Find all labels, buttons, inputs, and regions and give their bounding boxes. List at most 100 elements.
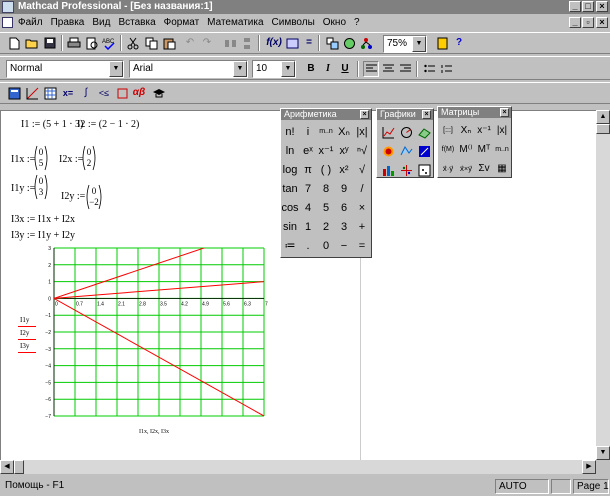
greek-palette-icon[interactable]: αβ	[131, 85, 147, 101]
doc-minimize-button[interactable]: _	[569, 17, 581, 28]
arithmetic-button[interactable]: 8	[317, 179, 335, 198]
italic-button[interactable]: I	[320, 61, 336, 77]
programming-palette-icon[interactable]	[114, 85, 130, 101]
surface-plot-icon[interactable]	[415, 123, 433, 142]
arithmetic-button[interactable]: 9	[335, 179, 353, 198]
close-icon[interactable]: ×	[360, 110, 369, 119]
arithmetic-button[interactable]: eˣ	[299, 141, 317, 160]
print-preview-icon[interactable]	[84, 35, 100, 51]
matrix-palette-icon[interactable]	[42, 85, 58, 101]
matrix-button[interactable]: |x|	[493, 121, 511, 140]
open-folder-icon[interactable]	[24, 35, 40, 51]
arithmetic-palette-title[interactable]: Арифметика ×	[281, 109, 371, 120]
arithmetic-button[interactable]: ln	[281, 141, 299, 160]
bold-button[interactable]: B	[303, 61, 319, 77]
arithmetic-button[interactable]: |x|	[353, 122, 371, 141]
undo-icon[interactable]: ↶	[182, 35, 198, 51]
new-file-icon[interactable]	[6, 35, 22, 51]
doc-close-button[interactable]: ×	[596, 17, 608, 28]
arithmetic-button[interactable]: 7	[299, 179, 317, 198]
style-select[interactable]: Normal ▼	[6, 60, 124, 78]
insert-unit-icon[interactable]	[284, 35, 300, 51]
align-across-icon[interactable]	[222, 35, 238, 51]
chevron-down-icon[interactable]: ▼	[233, 61, 247, 77]
arithmetic-button[interactable]: tan	[281, 179, 299, 198]
calculus-palette-icon[interactable]: ∫	[78, 85, 94, 101]
component-wizard-icon[interactable]	[358, 35, 374, 51]
print-icon[interactable]	[66, 35, 82, 51]
graph-palette-icon[interactable]	[24, 85, 40, 101]
calculator-help-icon[interactable]	[434, 35, 450, 51]
font-size-select[interactable]: 10 ▼	[252, 60, 296, 78]
mathcad-app-icon[interactable]	[2, 1, 14, 13]
chevron-down-icon[interactable]: ▼	[412, 36, 426, 52]
boolean-palette-icon[interactable]: <≤	[96, 85, 112, 101]
numbered-list-icon[interactable]	[438, 61, 454, 77]
matrix-button[interactable]: M⁽⁾	[457, 140, 475, 159]
arithmetic-button[interactable]: log	[281, 160, 299, 179]
menu-item[interactable]: Символы	[272, 17, 315, 28]
scroll-down-icon[interactable]: ▼	[596, 446, 610, 460]
arithmetic-button[interactable]: ≔	[281, 236, 299, 255]
vector-field-icon[interactable]	[415, 142, 433, 161]
close-button[interactable]: ×	[596, 1, 608, 12]
menu-item[interactable]: Вид	[92, 17, 110, 28]
matrix-button[interactable]: Xₙ	[457, 121, 475, 140]
arithmetic-button[interactable]: m..n	[317, 122, 335, 141]
maximize-button[interactable]: □	[582, 1, 594, 12]
arithmetic-button[interactable]: 2	[317, 217, 335, 236]
align-left-icon[interactable]	[363, 61, 379, 77]
resource-center-icon[interactable]	[341, 35, 357, 51]
arithmetic-button[interactable]: √	[353, 160, 371, 179]
arithmetic-button[interactable]: π	[299, 160, 317, 179]
insert-function-icon[interactable]: f(x)	[266, 35, 282, 51]
arithmetic-button[interactable]: xʸ	[335, 141, 353, 160]
align-right-icon[interactable]	[397, 61, 413, 77]
arithmetic-button[interactable]: 0	[317, 236, 335, 255]
spell-check-icon[interactable]: ABC	[101, 35, 117, 51]
bullet-list-icon[interactable]	[421, 61, 437, 77]
matrix-button[interactable]: ▦	[493, 159, 511, 178]
arithmetic-button[interactable]: ( )	[317, 160, 335, 179]
scatter-3d-icon[interactable]	[397, 161, 415, 180]
evaluation-palette-icon[interactable]: x=	[60, 85, 76, 101]
arithmetic-button[interactable]: 3	[335, 217, 353, 236]
arithmetic-button[interactable]: 4	[299, 198, 317, 217]
scroll-right-icon[interactable]: ▶	[582, 460, 596, 474]
close-icon[interactable]: ×	[500, 108, 509, 117]
font-select[interactable]: Arial ▼	[129, 60, 248, 78]
menu-item[interactable]: Формат	[164, 17, 200, 28]
copy-icon[interactable]	[143, 35, 159, 51]
arithmetic-button[interactable]: 1	[299, 217, 317, 236]
graphs-palette-title[interactable]: Графики ×	[377, 109, 433, 120]
matrix-button[interactable]: x⁻¹	[475, 121, 493, 140]
arithmetic-button[interactable]: ×	[353, 198, 371, 217]
arithmetic-button[interactable]: sin	[281, 217, 299, 236]
insert-component-icon[interactable]	[324, 35, 340, 51]
matrix-button[interactable]: [:::]	[439, 121, 457, 140]
matrix-button[interactable]: m..n	[493, 140, 511, 159]
arithmetic-button[interactable]: 5	[317, 198, 335, 217]
matrix-button[interactable]: Mᵀ	[475, 140, 493, 159]
polar-plot-icon[interactable]	[397, 123, 415, 142]
arithmetic-button[interactable]: −	[335, 236, 353, 255]
menu-item[interactable]: Правка	[51, 17, 85, 28]
scroll-left-icon[interactable]: ◀	[0, 460, 14, 474]
zoom-select[interactable]: 75% ▼	[383, 35, 427, 53]
3d-bar-icon[interactable]	[379, 161, 397, 180]
align-down-icon[interactable]	[238, 35, 254, 51]
minimize-button[interactable]: _	[569, 1, 581, 12]
patch-plot-icon[interactable]	[415, 161, 433, 180]
document-icon[interactable]	[2, 17, 13, 28]
arithmetic-button[interactable]: n!	[281, 122, 299, 141]
arithmetic-button[interactable]: =	[353, 236, 371, 255]
arithmetic-button[interactable]: 6	[335, 198, 353, 217]
paste-icon[interactable]	[161, 35, 177, 51]
arithmetic-button[interactable]: x²	[335, 160, 353, 179]
arithmetic-button[interactable]: i	[299, 122, 317, 141]
vertical-scrollbar[interactable]: ▲ ▼	[596, 110, 610, 460]
symbolic-palette-icon[interactable]	[150, 85, 166, 101]
save-icon[interactable]	[42, 35, 58, 51]
menu-item[interactable]: Вставка	[118, 17, 155, 28]
arithmetic-button[interactable]: /	[353, 179, 371, 198]
